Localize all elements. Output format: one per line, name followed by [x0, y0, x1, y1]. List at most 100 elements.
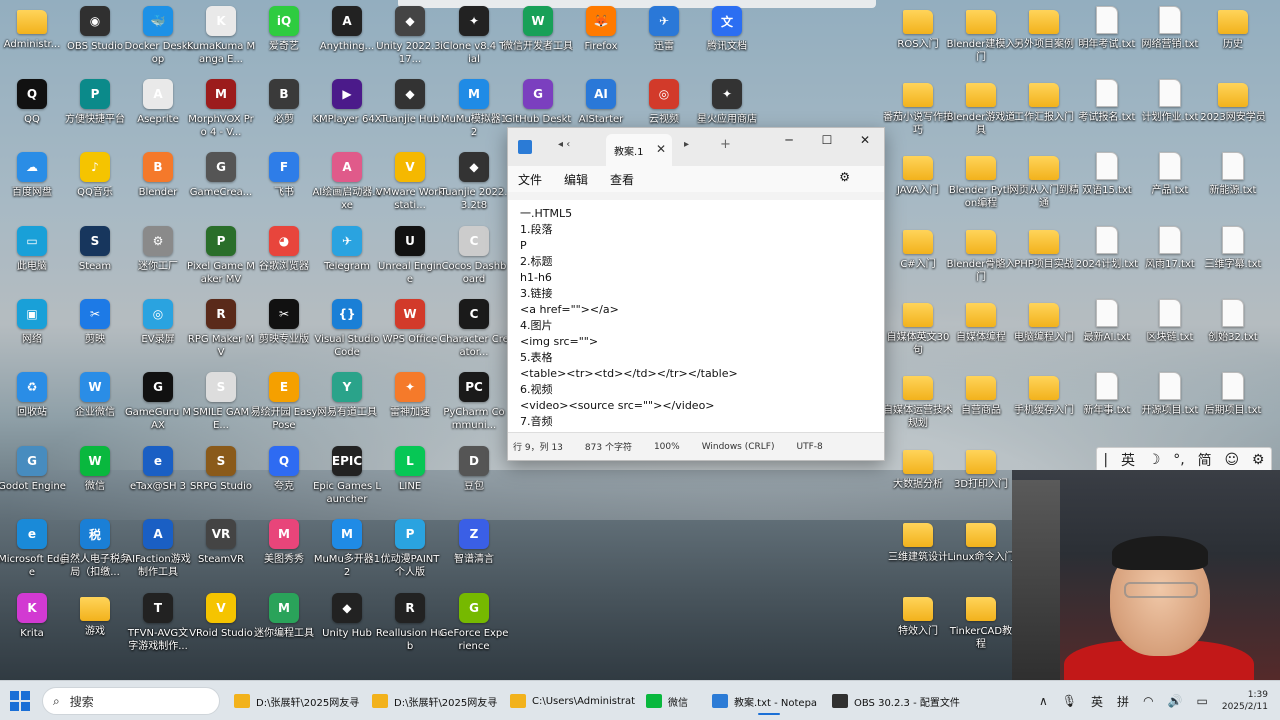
- desktop-icon[interactable]: ✂ 剪映专业版: [252, 299, 316, 369]
- menu-view[interactable]: 查看: [610, 171, 634, 188]
- desktop-icon[interactable]: V VMware Workstati...: [376, 152, 444, 222]
- desktop-icon[interactable]: 另外项目案例: [1012, 6, 1076, 76]
- desktop-icon[interactable]: 特效入门: [886, 593, 950, 663]
- desktop-icon[interactable]: 双语15.txt: [1075, 152, 1139, 222]
- close-button[interactable]: ✕: [846, 128, 884, 152]
- desktop-icon[interactable]: TinkerCAD教程: [949, 593, 1013, 663]
- tab-close-icon[interactable]: ✕: [656, 142, 666, 156]
- desktop-icon[interactable]: ◎ EV录屏: [126, 299, 190, 369]
- desktop-icon[interactable]: 2024计划.txt: [1075, 226, 1139, 296]
- desktop-icon[interactable]: S SRPG Studio: [189, 446, 253, 516]
- battery-icon[interactable]: ▭: [1197, 694, 1208, 708]
- desktop-icon[interactable]: V VRoid Studio: [189, 593, 253, 663]
- tab-scroll-forward[interactable]: ▸: [684, 139, 689, 150]
- desktop-icon[interactable]: 新年事.txt: [1075, 372, 1139, 442]
- notepad-titlebar[interactable]: ◂ ‹ 教案.1 ✕ ▸ + ─ ☐ ✕: [508, 128, 884, 166]
- desktop-icon[interactable]: 区块链.txt: [1138, 299, 1202, 369]
- desktop-icon[interactable]: ✈ Telegram: [315, 226, 379, 296]
- desktop-icon[interactable]: G GameCrea...: [189, 152, 253, 222]
- desktop-icon[interactable]: C#入门: [886, 226, 950, 296]
- desktop-icon[interactable]: Blender建模入门: [947, 6, 1015, 76]
- desktop-icon[interactable]: B 必剪: [252, 79, 316, 149]
- desktop-icon[interactable]: PHP项目实战: [1012, 226, 1076, 296]
- taskbar-item[interactable]: D:\张展轩\2025网友寻: [372, 687, 504, 715]
- tab-scroll-back[interactable]: ◂ ‹: [558, 139, 570, 150]
- desktop-icon[interactable]: M 美图秀秀: [252, 519, 316, 589]
- tray-clock[interactable]: 1:39 2025/2/11: [1222, 689, 1268, 713]
- new-tab-button[interactable]: +: [720, 137, 731, 152]
- desktop-icon[interactable]: 税自然人电子税务局（扣缴...: [60, 519, 130, 589]
- notepad-text-area[interactable]: 一.HTML5 1.段落 P 2.标题 h1-h6 3.链接 <a href=""></a>…: [508, 200, 884, 434]
- desktop-icon[interactable]: 番茄小说写作技巧: [883, 79, 953, 149]
- desktop-icon[interactable]: PC PyCharm Communi...: [442, 372, 506, 442]
- desktop-icon[interactable]: C Cocos Dashboard: [442, 226, 506, 296]
- desktop-icon[interactable]: ▣ 网络: [0, 299, 64, 369]
- desktop-icon[interactable]: 🐳 Docker Desktop: [125, 6, 191, 76]
- desktop-icon[interactable]: 网络营销.txt: [1138, 6, 1202, 76]
- desktop-icon[interactable]: W WPS Office: [378, 299, 442, 369]
- desktop-icon[interactable]: 自媒体编程: [949, 299, 1013, 369]
- desktop-icon[interactable]: P Pixel Game Maker MV: [187, 226, 255, 296]
- minimize-button[interactable]: ─: [770, 128, 808, 152]
- tray-ime[interactable]: 拼: [1117, 693, 1129, 710]
- desktop-icon[interactable]: A AI绘画启动器.exe: [312, 152, 382, 222]
- menu-edit[interactable]: 编辑: [564, 171, 588, 188]
- desktop-icon[interactable]: P 方便快捷平台: [63, 79, 127, 149]
- ime-moon-icon[interactable]: ☽: [1148, 452, 1161, 468]
- desktop-icon[interactable]: 创始32.txt: [1201, 299, 1265, 369]
- tray-overflow-icon[interactable]: ∧: [1039, 694, 1048, 708]
- desktop-icon[interactable]: ✂ 剪映: [63, 299, 127, 369]
- desktop-icon[interactable]: A AIFaction游戏制作工具: [125, 519, 191, 589]
- desktop-icon[interactable]: 三维建筑设计: [886, 519, 950, 589]
- desktop-icon[interactable]: 自媒体英文30句: [886, 299, 950, 369]
- desktop-icon[interactable]: ◉ OBS Studio: [63, 6, 127, 76]
- desktop-icon[interactable]: ✈ 迅雷: [632, 6, 696, 76]
- taskbar-item[interactable]: 微信: [646, 687, 706, 715]
- desktop-icon[interactable]: P 优动漫PAINT 个人版: [378, 519, 442, 589]
- ime-emoji-icon[interactable]: ☺: [1224, 452, 1239, 468]
- desktop-icon[interactable]: C Character Creator...: [439, 299, 509, 369]
- desktop-icon[interactable]: A Anything...: [315, 6, 379, 76]
- desktop-icon[interactable]: W 微信: [63, 446, 127, 516]
- desktop-icon[interactable]: ▭ 此电脑: [0, 226, 64, 296]
- desktop-icon[interactable]: S SMILE GAME...: [189, 372, 253, 442]
- desktop-icon[interactable]: 后期项目.txt: [1201, 372, 1265, 442]
- volume-icon[interactable]: 🔊: [1168, 694, 1183, 708]
- desktop-icon[interactable]: 🦊 Firefox: [569, 6, 633, 76]
- desktop-icon[interactable]: 自营商品: [949, 372, 1013, 442]
- ime-handle[interactable]: |: [1103, 452, 1108, 468]
- desktop-icon[interactable]: G GeForce Experience: [440, 593, 508, 663]
- desktop-icon[interactable]: Blender骨骼入门: [947, 226, 1015, 296]
- desktop-icon[interactable]: 新能源.txt: [1201, 152, 1265, 222]
- desktop-icon[interactable]: JAVA入门: [886, 152, 950, 222]
- desktop-icon[interactable]: 最新AI.txt: [1075, 299, 1139, 369]
- desktop-icon[interactable]: Blender游戏道具: [947, 79, 1015, 149]
- desktop-icon[interactable]: S Steam: [63, 226, 127, 296]
- ime-lang-toggle[interactable]: 英: [1121, 450, 1135, 470]
- desktop-icon[interactable]: ✦ 雷神加速: [378, 372, 442, 442]
- desktop-icon[interactable]: ▶ KMPlayer 64X: [312, 79, 382, 149]
- maximize-button[interactable]: ☐: [808, 128, 846, 152]
- desktop-icon[interactable]: Q 夸克: [252, 446, 316, 516]
- desktop-icon[interactable]: G Godot Engine: [0, 446, 66, 516]
- desktop-icon[interactable]: ♪ QQ音乐: [63, 152, 127, 222]
- desktop-icon[interactable]: ◆ Unity Hub: [315, 593, 379, 663]
- desktop-icon[interactable]: B Blender: [126, 152, 190, 222]
- desktop-icon[interactable]: {} Visual Studio Code: [315, 299, 379, 369]
- desktop-icon[interactable]: W 企业微信: [63, 372, 127, 442]
- status-zoom[interactable]: 100%: [654, 442, 680, 452]
- desktop-icon[interactable]: 历史: [1201, 6, 1265, 76]
- desktop-icon[interactable]: 自媒体运营技术规划: [883, 372, 953, 442]
- wifi-icon[interactable]: ◠: [1143, 694, 1153, 708]
- desktop-icon[interactable]: ◆ Tuanjie 2022.3.2t8: [441, 152, 507, 222]
- tray-lang[interactable]: 英: [1091, 693, 1103, 710]
- desktop-icon[interactable]: M 迷你编程工具: [252, 593, 316, 663]
- desktop-icon[interactable]: e Microsoft Edge: [0, 519, 66, 589]
- desktop-icon[interactable]: 开源项目.txt: [1138, 372, 1202, 442]
- desktop-icon[interactable]: 网页从入门到精通: [1009, 152, 1079, 222]
- status-encoding[interactable]: UTF-8: [796, 442, 822, 452]
- desktop-icon[interactable]: Y 网易有道工具: [315, 372, 379, 442]
- desktop-icon[interactable]: 大数据分析: [886, 446, 950, 516]
- desktop-icon[interactable]: U Unreal Engine: [378, 226, 442, 296]
- desktop-icon[interactable]: 文腾讯文档: [695, 6, 759, 76]
